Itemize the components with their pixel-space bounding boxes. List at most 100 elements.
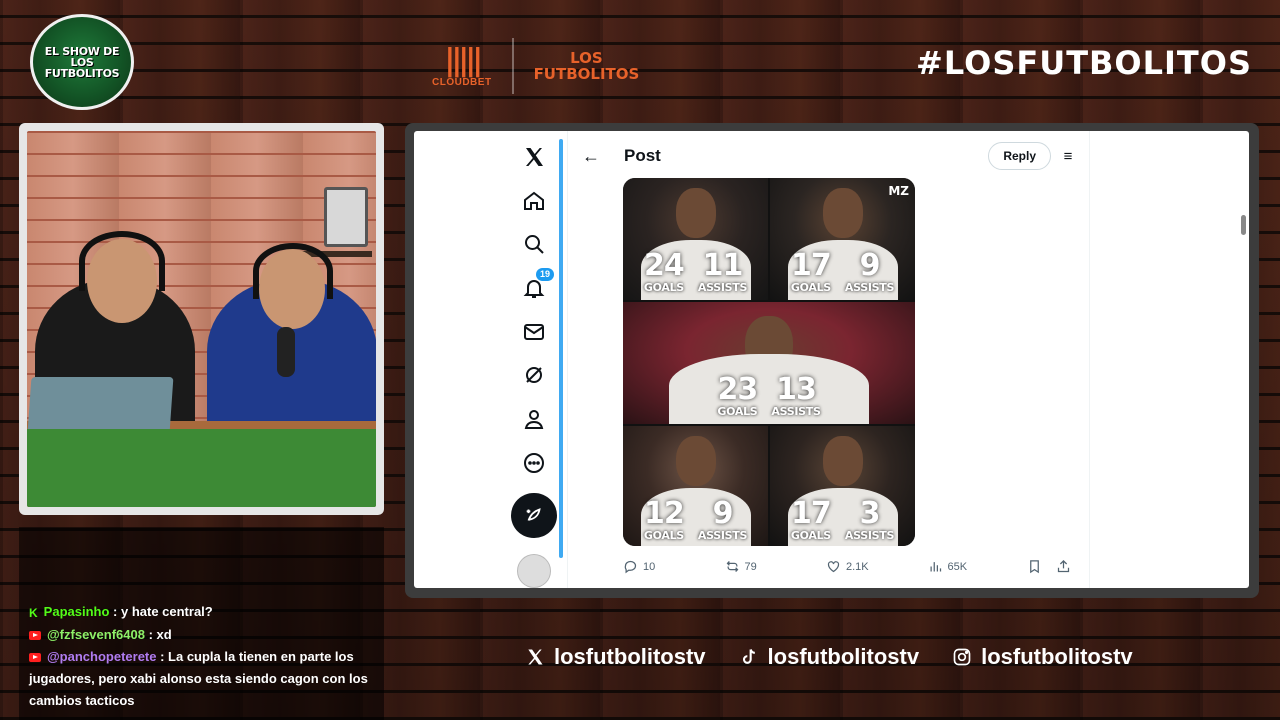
chat-message: K Papasinho : y hate central? <box>29 601 372 624</box>
player-photo <box>822 436 863 486</box>
player-stats: 23 GOALS 13 ASSISTS <box>623 372 915 419</box>
goals-value: 17 <box>791 248 832 283</box>
reply-action[interactable]: 10 <box>623 559 725 574</box>
media-tile: MZ 17 GOALS 9 ASSISTS <box>770 178 915 300</box>
chat-text: : y hate central? <box>109 604 213 620</box>
assists-value: 11 <box>702 248 744 283</box>
chat-username: Papasinho <box>43 604 110 620</box>
show-logo-line1: EL SHOW DE LOS <box>44 44 120 69</box>
x-sidebar: 19 <box>504 131 564 588</box>
webcam-frame <box>19 123 384 515</box>
goals-label: GOALS <box>790 529 831 542</box>
chat-messages: K Papasinho : y hate central? @fzfsevenf6… <box>29 601 372 712</box>
x-icon <box>524 646 546 668</box>
sponsor-lockup: ||||| CLOUDBET LOS FUTBOLITOS <box>432 38 639 94</box>
headphones-icon <box>253 243 333 299</box>
bookmark-icon[interactable] <box>1027 559 1042 574</box>
heart-icon <box>827 561 840 573</box>
search-icon[interactable] <box>514 224 554 264</box>
goals-value: 17 <box>791 496 832 531</box>
instagram-icon <box>951 646 973 668</box>
reply-count: 10 <box>643 560 656 573</box>
assists-label: ASSISTS <box>697 281 748 294</box>
brand-wordmark: LOS FUTBOLITOS <box>534 50 640 82</box>
assists-value: 9 <box>712 496 734 531</box>
player-stats: 24 GOALS 11 ASSISTS <box>623 248 768 295</box>
column-divider <box>567 131 568 588</box>
media-tile: 12 GOALS 9 ASSISTS <box>623 426 768 546</box>
media-watermark: MZ <box>888 184 909 198</box>
webcam-feed <box>27 131 376 507</box>
brand-line2: FUTBOLITOS <box>533 65 640 83</box>
messages-icon[interactable] <box>514 312 554 352</box>
assists-label: ASSISTS <box>844 529 895 542</box>
headphones-icon <box>79 231 165 291</box>
player-photo <box>675 188 716 238</box>
social-handle: losfutbolitostv <box>981 644 1133 669</box>
chat-message: @panchopeterete : La cupla la tienen en … <box>29 646 372 712</box>
scrollbar[interactable] <box>1241 215 1246 235</box>
kick-icon: K <box>29 606 38 620</box>
assists-label: ASSISTS <box>697 529 748 542</box>
media-tile: 17 GOALS 3 ASSISTS <box>770 426 915 546</box>
screen-share-frame: 19 ← Post Reply ≡ 24 GOALS 11 ASSISTS MZ… <box>405 123 1259 598</box>
goals-label: GOALS <box>717 405 758 418</box>
x-logo-icon[interactable] <box>514 137 554 177</box>
column-divider <box>1089 131 1090 588</box>
chat-username: @panchopeterete <box>47 649 157 664</box>
post-action-bar: 10 79 2.1K 65K <box>623 559 1071 574</box>
play-button-plaque <box>324 187 368 247</box>
repost-icon <box>726 561 738 572</box>
assists-value: 9 <box>859 248 881 283</box>
repost-action[interactable]: 79 <box>725 559 827 574</box>
youtube-icon <box>29 631 41 641</box>
player-photo <box>822 188 863 238</box>
x-post-page: 19 ← Post Reply ≡ 24 GOALS 11 ASSISTS MZ… <box>414 131 1249 588</box>
notifications-icon[interactable]: 19 <box>514 268 554 308</box>
chat-message: @fzfsevenf6408 : xd <box>29 624 372 646</box>
views-count: 65K <box>947 560 968 573</box>
secondary-actions <box>1027 559 1071 574</box>
social-handle: losfutbolitostv <box>554 644 706 669</box>
chat-text: : xd <box>144 627 172 642</box>
feather-plus-icon <box>526 508 541 522</box>
social-handle: losfutbolitostv <box>767 644 920 669</box>
views-icon <box>930 562 941 572</box>
grok-icon[interactable] <box>514 356 554 396</box>
social-tiktok: losfutbolitostv <box>738 644 920 670</box>
show-logo-line2: FUTBOLITOS <box>44 66 120 80</box>
goals-label: GOALS <box>790 281 831 294</box>
media-tile: 24 GOALS 11 ASSISTS <box>623 178 768 300</box>
reply-button[interactable]: Reply <box>988 142 1051 170</box>
like-action[interactable]: 2.1K <box>826 559 928 574</box>
back-arrow-icon[interactable]: ← <box>574 146 608 167</box>
microphone-icon <box>277 327 295 377</box>
youtube-icon <box>29 653 41 663</box>
sponsor-divider <box>511 38 514 94</box>
profile-icon[interactable] <box>514 399 554 439</box>
assists-value: 3 <box>859 496 881 531</box>
notifications-badge: 19 <box>535 268 554 282</box>
player-stats: 12 GOALS 9 ASSISTS <box>623 496 768 543</box>
focus-indicator <box>559 139 563 558</box>
player-stats: 17 GOALS 9 ASSISTS <box>770 248 915 295</box>
live-chat: K Papasinho : y hate central? @fzfsevenf6… <box>19 527 384 720</box>
goals-value: 23 <box>717 372 759 407</box>
post-media-grid[interactable]: 24 GOALS 11 ASSISTS MZ 17 GOALS 9 ASSISTS 23… <box>623 178 915 546</box>
brand-line1: LOS <box>570 49 603 67</box>
share-icon[interactable] <box>1056 559 1071 574</box>
more-icon[interactable] <box>514 443 554 483</box>
home-icon[interactable] <box>514 181 554 221</box>
cloudbet-logo: ||||| CLOUDBET <box>432 42 492 88</box>
sliders-icon[interactable]: ≡ <box>1051 148 1085 165</box>
cloudbet-mark-icon: ||||| <box>444 42 483 78</box>
views-action[interactable]: 65K <box>928 559 1028 574</box>
player-photo <box>675 436 716 486</box>
reply-icon <box>624 560 637 574</box>
account-avatar[interactable] <box>517 554 551 588</box>
social-instagram: losfutbolitostv <box>951 644 1133 670</box>
goals-value: 12 <box>644 496 685 531</box>
chat-username: @fzfsevenf6408 <box>47 627 145 642</box>
social-handles: losfutbolitostv losfutbolitostv losfutbo… <box>524 644 1133 670</box>
compose-post-button[interactable] <box>511 492 557 539</box>
